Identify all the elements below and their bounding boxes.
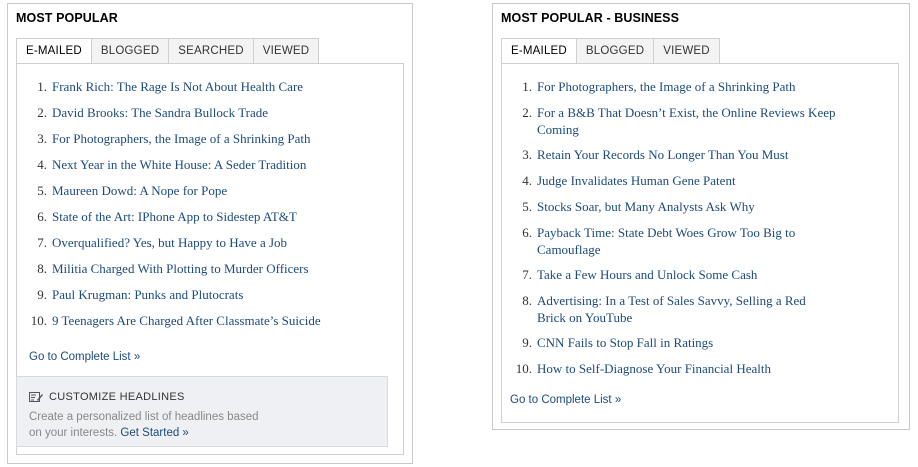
item-number: 9. [37,287,47,302]
headline-link[interactable]: Stocks Soar, but Many Analysts Ask Why [537,198,890,215]
complete-list-link[interactable]: Go to Complete List » [29,351,140,363]
tab-e-mailed[interactable]: E-MAILED [16,38,92,64]
tab-e-mailed[interactable]: E-MAILED [501,38,577,64]
headline-link[interactable]: Advertising: In a Test of Sales Savvy, S… [537,292,890,326]
headline-line1: For a B&B That Doesn’t Exist, the Online… [537,105,836,120]
headline-line1: Retain Your Records No Longer Than You M… [537,147,789,162]
edit-list-icon [29,392,43,402]
headline-link[interactable]: CNN Fails to Stop Fall in Ratings [537,334,890,351]
complete-list-link[interactable]: Go to Complete List » [510,394,621,406]
headline-link[interactable]: How to Self-Diagnose Your Financial Heal… [537,360,890,377]
headline-link[interactable]: Frank Rich: The Rage Is Not About Health… [52,78,395,95]
headline-line2: Camouflage [537,242,601,257]
headline-line1: Stocks Soar, but Many Analysts Ask Why [537,199,755,214]
headline-link[interactable]: For Photographers, the Image of a Shrink… [537,78,890,95]
business-tabs: E-MAILED BLOGGED VIEWED [501,38,720,64]
item-number: 10. [515,361,532,376]
item-number: 1. [522,79,532,94]
headline-link[interactable]: David Brooks: The Sandra Bullock Trade [52,104,395,121]
headline-link[interactable]: Paul Krugman: Punks and Plutocrats [52,286,395,303]
headline-link[interactable]: For a B&B That Doesn’t Exist, the Online… [537,104,890,138]
headline-link[interactable]: For Photographers, the Image of a Shrink… [52,130,395,147]
item-number: 6. [37,209,47,224]
item-number: 5. [37,183,47,198]
headline-link[interactable]: Take a Few Hours and Unlock Some Cash [537,266,890,283]
headline-line1: Judge Invalidates Human Gene Patent [537,173,736,188]
panel-title: MOST POPULAR [16,11,118,25]
headline-link[interactable]: Payback Time: State Debt Woes Grow Too B… [537,224,890,258]
headline-link[interactable]: State of the Art: IPhone App to Sidestep… [52,208,395,225]
item-number: 3. [37,131,47,146]
tab-blogged[interactable]: BLOGGED [91,38,170,64]
headline-link[interactable]: Overqualified? Yes, but Happy to Have a … [52,234,395,251]
item-number: 7. [37,235,47,250]
headline-line2: Coming [537,122,579,137]
item-number: 2. [37,105,47,120]
headline-line1: CNN Fails to Stop Fall in Ratings [537,335,714,350]
headline-link[interactable]: 9 Teenagers Are Charged After Classmate’… [52,312,395,329]
item-number: 7. [522,267,532,282]
customize-description-line1: Create a personalized list of headlines … [29,411,259,423]
headline-line2: Brick on YouTube [537,310,633,325]
item-number: 10. [30,313,47,328]
most-popular-tabs: E-MAILED BLOGGED SEARCHED VIEWED [16,38,320,64]
tab-blogged[interactable]: BLOGGED [576,38,655,64]
item-number: 5. [522,199,532,214]
headline-link[interactable]: Judge Invalidates Human Gene Patent [537,172,890,189]
customize-headlines-title: CUSTOMIZE HEADLINES [49,391,185,403]
business-content: 1. For Photographers, the Image of a Shri… [501,63,899,423]
tab-viewed[interactable]: VIEWED [253,38,320,64]
item-number: 4. [522,173,532,188]
item-number: 3. [522,147,532,162]
item-number: 4. [37,157,47,172]
headline-link[interactable]: Retain Your Records No Longer Than You M… [537,146,890,163]
item-number: 8. [37,261,47,276]
item-number: 2. [522,105,532,120]
tab-searched[interactable]: SEARCHED [169,38,254,64]
headline-line1: Take a Few Hours and Unlock Some Cash [537,267,758,282]
customize-description: Create a personalized list of headlines … [29,409,309,441]
item-number: 1. [37,79,47,94]
get-started-link[interactable]: Get Started » [120,427,188,439]
headline-link[interactable]: Next Year in the White House: A Seder Tr… [52,156,395,173]
customize-headlines-box: CUSTOMIZE HEADLINES Create a personalize… [16,376,388,447]
item-number: 8. [522,293,532,308]
headline-line1: For Photographers, the Image of a Shrink… [537,79,796,94]
panel-title: MOST POPULAR - BUSINESS [501,11,680,25]
item-number: 9. [522,335,532,350]
headline-line1: Payback Time: State Debt Woes Grow Too B… [537,225,796,240]
headline-link[interactable]: Maureen Dowd: A Nope for Pope [52,182,395,199]
headline-line1: How to Self-Diagnose Your Financial Heal… [537,361,771,376]
tab-viewed[interactable]: VIEWED [654,38,720,64]
headline-line1: Advertising: In a Test of Sales Savvy, S… [537,293,806,308]
item-number: 6. [522,225,532,240]
customize-description-line2: on your interests. [29,427,118,439]
headline-link[interactable]: Militia Charged With Plotting to Murder … [52,260,395,277]
most-popular-business-panel: MOST POPULAR - BUSINESS E-MAILED BLOGGED… [492,3,910,430]
most-popular-panel: MOST POPULAR E-MAILED BLOGGED SEARCHED V… [7,3,413,464]
